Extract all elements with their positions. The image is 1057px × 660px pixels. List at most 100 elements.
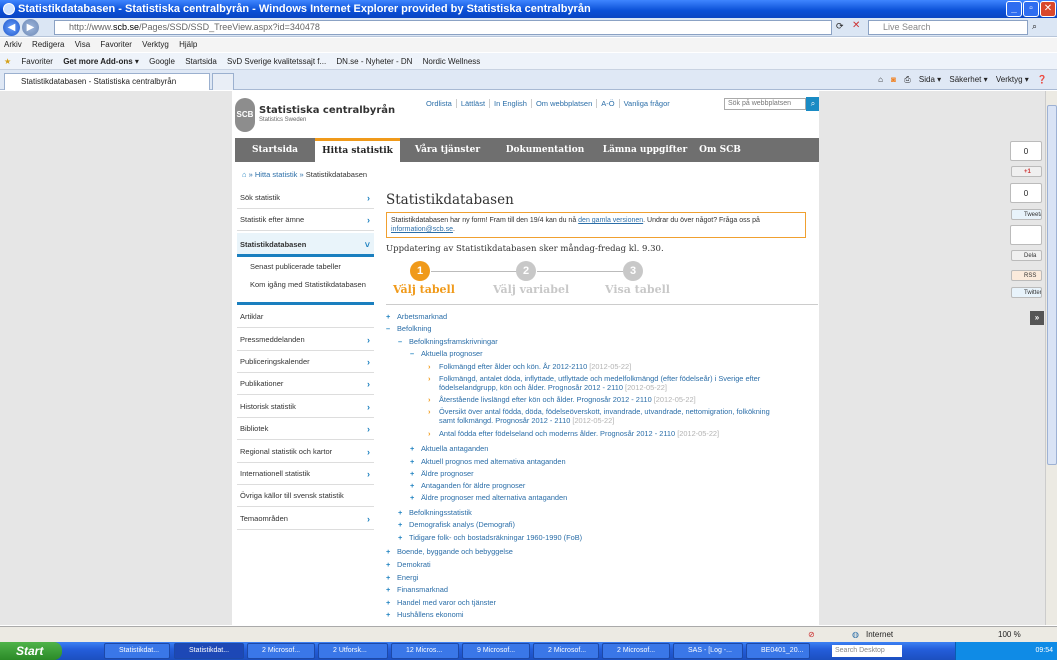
menu-redigera[interactable]: Redigera — [32, 40, 64, 49]
expand-icon[interactable]: + — [410, 457, 421, 466]
tree-node-label[interactable]: Aktuella antaganden — [421, 444, 488, 453]
tree-node-label[interactable]: Energi — [397, 573, 418, 582]
link-lattlast[interactable]: Lättläst — [455, 99, 489, 108]
menu-visa[interactable]: Visa — [75, 40, 90, 49]
tree-node[interactable]: + Arbetsmarknad — [386, 312, 447, 321]
rss-button[interactable]: RSS — [1011, 270, 1042, 281]
stop-icon[interactable]: ✕ — [852, 20, 860, 31]
nav-om-scb[interactable]: Om SCB — [695, 138, 745, 162]
tree-node[interactable]: + Demografisk analys (Demografi) — [398, 520, 515, 529]
tree-node-label[interactable]: Demokrati — [397, 560, 431, 569]
new-tab-button[interactable] — [212, 73, 234, 90]
table-link[interactable]: › Folkmängd efter ålder och kön. År 2012-… — [428, 362, 631, 371]
tweet-button[interactable]: Tweeta — [1011, 209, 1042, 220]
taskbar-item[interactable]: 2 Microsof... — [602, 643, 670, 659]
sidebar-item-ovriga-kallor[interactable]: Övriga källor till svensk statistik — [237, 485, 374, 507]
email-link[interactable]: information@scb.se — [391, 226, 453, 233]
tree-node-label[interactable]: Finansmarknad — [397, 585, 448, 594]
tree-node-label[interactable]: Hushållens ekonomi — [397, 610, 464, 619]
taskbar-item[interactable]: Statistikdat... — [174, 643, 244, 659]
sidebar-item-bibliotek[interactable]: Bibliotek › — [237, 418, 374, 440]
tree-node[interactable]: + Befolkningsstatistik — [398, 508, 472, 517]
link-vanliga-fragor[interactable]: Vanliga frågor — [618, 99, 674, 108]
minimize-button[interactable]: _ — [1006, 1, 1022, 17]
taskbar-item[interactable]: 9 Microsof... — [462, 643, 530, 659]
expand-icon[interactable]: + — [386, 610, 397, 619]
start-button[interactable]: Start — [0, 642, 62, 660]
table-link[interactable]: › Folkmängd, antalet döda, inflyttade, ut… — [428, 374, 760, 383]
tree-node[interactable]: + Tidigare folk- och bostadsräkningar 196… — [398, 533, 582, 542]
old-version-link[interactable]: den gamla versionen — [578, 217, 643, 224]
tree-node-label[interactable]: Antaganden för äldre prognoser — [421, 481, 525, 490]
fav-dn[interactable]: DN.se - Nyheter - DN — [336, 57, 412, 66]
fav-get-addons[interactable]: Get more Add-ons ▾ — [63, 57, 139, 66]
tree-node[interactable]: + Äldre prognoser med alternativa antagan… — [410, 493, 567, 502]
cmd-sida[interactable]: Sida ▾ — [919, 75, 941, 84]
expand-icon[interactable]: + — [410, 481, 421, 490]
url-input[interactable]: http://www.scb.se/Pages/SSD/SSD_TreeView… — [54, 20, 832, 35]
sidebar-item-sok-statistik[interactable]: Sök statistik › — [237, 187, 374, 209]
tree-node[interactable]: + Antaganden för äldre prognoser — [410, 481, 525, 490]
expand-icon[interactable]: + — [386, 560, 397, 569]
feeds-icon[interactable]: ◙ — [891, 75, 896, 84]
tree-node-label[interactable]: Arbetsmarknad — [397, 312, 447, 321]
expand-panel-button[interactable]: » — [1030, 311, 1044, 325]
expand-icon[interactable]: + — [398, 533, 409, 542]
sidebar-item-statistik-efter-amne[interactable]: Statistik efter ämne › — [237, 209, 374, 231]
expand-icon[interactable]: + — [398, 520, 409, 529]
nav-hitta-statistik[interactable]: Hitta statistik — [315, 138, 400, 162]
home-icon[interactable]: ⌂ — [242, 170, 247, 179]
table-link[interactable]: › Antal födda efter födelseland och moder… — [428, 429, 719, 438]
sidebar-item-artiklar[interactable]: Artiklar — [237, 306, 374, 328]
live-search-input[interactable]: Live Search — [868, 20, 1028, 35]
tree-node[interactable]: + Handel med varor och tjänster — [386, 598, 496, 607]
tree-node-label[interactable]: Befolkningsframskrivningar — [409, 337, 498, 346]
scrollbar-thumb[interactable] — [1047, 105, 1057, 465]
expand-icon[interactable]: + — [386, 573, 397, 582]
cmd-sakerhet[interactable]: Säkerhet ▾ — [949, 75, 987, 84]
site-search-input[interactable]: Sök på webbplatsen — [724, 98, 806, 110]
scb-logo[interactable]: SCB — [235, 98, 255, 132]
facebook-share-button[interactable]: Dela — [1011, 250, 1042, 261]
sidebar-item-historisk-statistik[interactable]: Historisk statistik › — [237, 396, 374, 418]
nav-lamna-uppgifter[interactable]: Lämna uppgifter — [595, 138, 695, 162]
sidebar-item-temaomraden[interactable]: Temaområden › — [237, 508, 374, 530]
print-icon[interactable]: ⎙ — [904, 75, 910, 84]
taskbar-item[interactable]: Statistikdat... — [104, 643, 170, 659]
twitter-button[interactable]: Twitter — [1011, 287, 1042, 298]
search-icon[interactable]: ⌕ — [1032, 21, 1037, 32]
fav-nordic-wellness[interactable]: Nordic Wellness — [423, 57, 481, 66]
tree-node-label[interactable]: Handel med varor och tjänster — [397, 598, 496, 607]
sidebar-item-regional-statistik[interactable]: Regional statistik och kartor › — [237, 441, 374, 463]
sidebar-item-pressmeddelanden[interactable]: Pressmeddelanden › — [237, 329, 374, 351]
tree-node[interactable]: + Äldre prognoser — [410, 469, 474, 478]
table-link-label[interactable]: Antal födda efter födelseland och modern… — [439, 429, 675, 438]
link-ordlista[interactable]: Ordlista — [422, 99, 456, 108]
sidebar-item-publikationer[interactable]: Publikationer › — [237, 373, 374, 395]
expand-icon[interactable]: + — [386, 312, 397, 321]
collapse-icon[interactable]: – — [386, 324, 397, 333]
menu-favoriter[interactable]: Favoriter — [100, 40, 132, 49]
tree-node-label[interactable]: Befolkning — [397, 324, 432, 333]
refresh-icon[interactable]: ⟳ — [836, 21, 844, 32]
tree-node[interactable]: + Boende, byggande och bebyggelse — [386, 547, 513, 556]
tree-node-label[interactable]: Äldre prognoser med alternativa antagand… — [421, 493, 567, 502]
nav-startsida[interactable]: Startsida — [235, 138, 315, 162]
tree-node[interactable]: + Aktuell prognos med alternativa antagan… — [410, 457, 566, 466]
fav-startsida[interactable]: Startsida — [185, 57, 217, 66]
sidebar-subitem-senast-publicerade[interactable]: Senast publicerade tabeller — [250, 262, 341, 271]
favorites-button[interactable]: Favoriter — [21, 57, 53, 66]
tree-node-label[interactable]: Tidigare folk- och bostadsräkningar 1960… — [409, 533, 582, 542]
forward-button[interactable]: ▶ — [22, 19, 39, 36]
tree-node-label[interactable]: Aktuella prognoser — [421, 349, 483, 358]
vertical-scrollbar[interactable] — [1045, 91, 1057, 625]
site-search-button[interactable]: ⌕ — [806, 97, 819, 111]
table-link-label[interactable]: Folkmängd efter ålder och kön. År 2012-2… — [439, 362, 587, 371]
table-link[interactable]: › Återstående livslängd efter kön och åld… — [428, 395, 696, 404]
table-link-label[interactable]: födelselandgrupp, kön och ålder. Prognos… — [439, 383, 623, 392]
tree-node-label[interactable]: Demografisk analys (Demografi) — [409, 520, 515, 529]
taskbar-item[interactable]: 2 Utforsk... — [318, 643, 388, 659]
link-in-english[interactable]: In English — [489, 99, 531, 108]
tree-node[interactable]: + Energi — [386, 573, 418, 582]
fav-svd[interactable]: SvD Sverige kvalitetssajt f... — [227, 57, 326, 66]
